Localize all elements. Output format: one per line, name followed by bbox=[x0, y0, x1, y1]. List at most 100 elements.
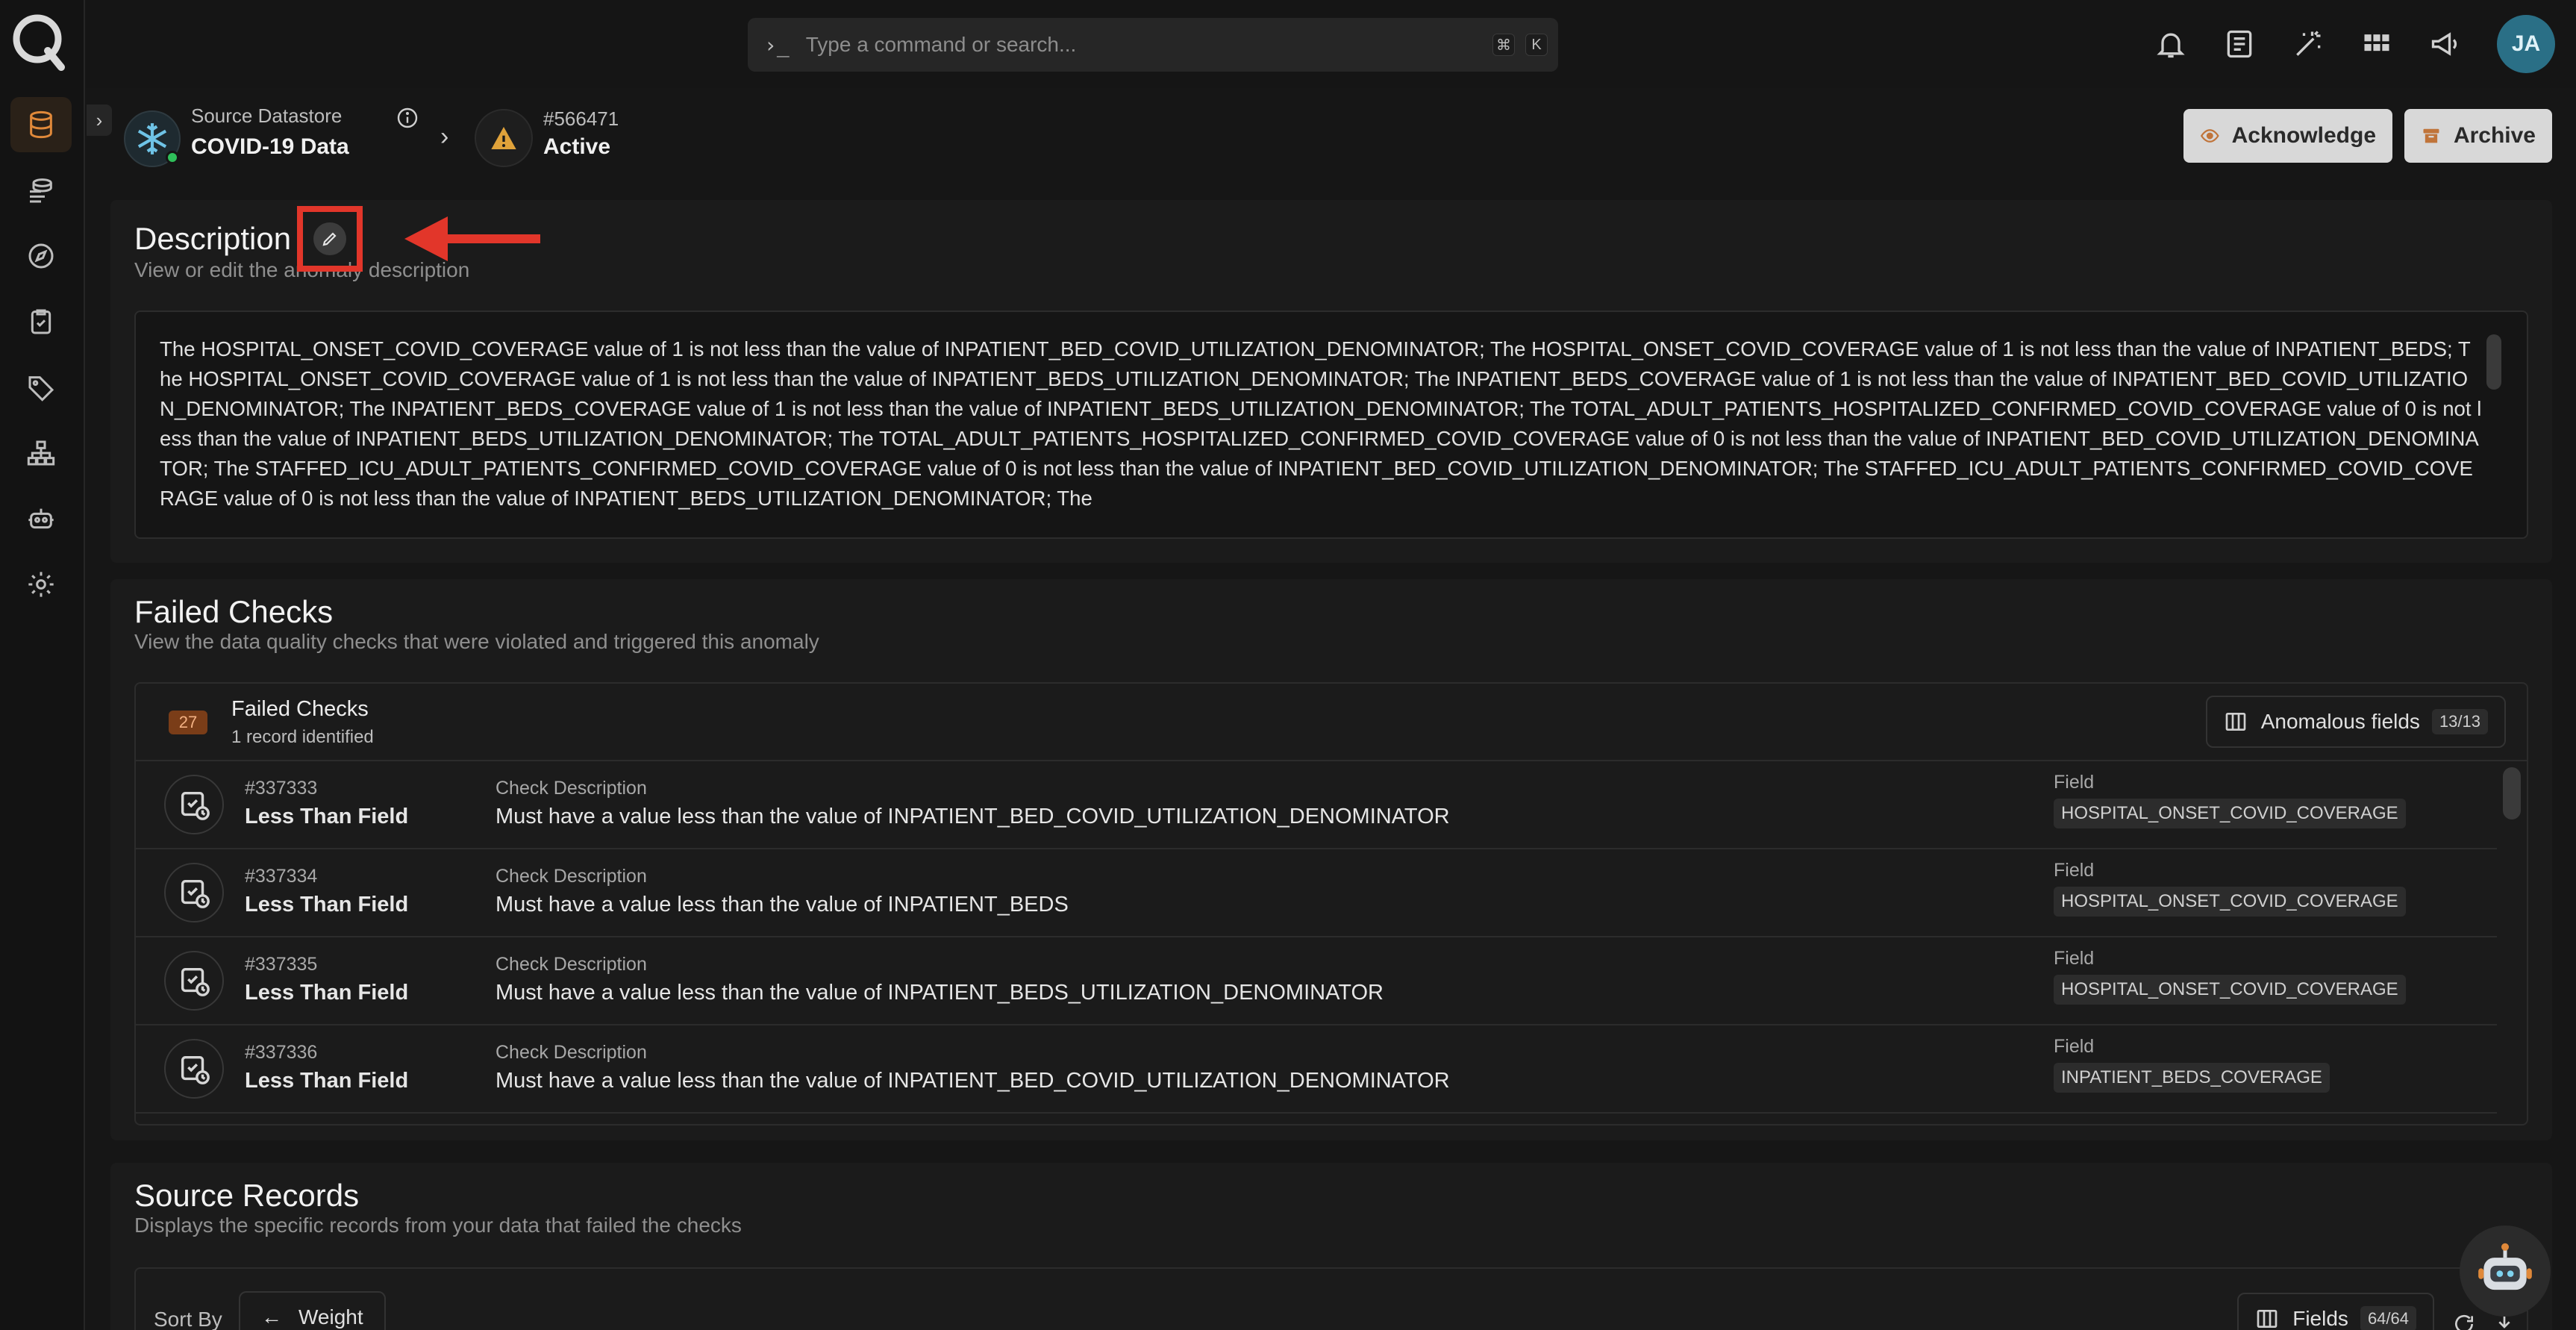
announcements-button[interactable] bbox=[2427, 25, 2464, 63]
check-clock-icon bbox=[164, 863, 224, 922]
compass-icon bbox=[28, 243, 54, 269]
nav-discover[interactable] bbox=[10, 228, 72, 284]
field-label: Field bbox=[2054, 1036, 2095, 1057]
description-scrollbar[interactable] bbox=[2486, 334, 2501, 390]
refresh-icon[interactable] bbox=[2452, 1312, 2476, 1330]
snowflake-datastore-icon bbox=[124, 110, 181, 167]
check-type: Less Than Field bbox=[245, 805, 409, 828]
check-type: Less Than Field bbox=[245, 981, 409, 1005]
field-chip: INPATIENT_BEDS_COVERAGE bbox=[2054, 1063, 2330, 1093]
wand-icon bbox=[2296, 31, 2321, 56]
anomalous-fields-count: 13/13 bbox=[2431, 709, 2488, 734]
app-logo[interactable] bbox=[10, 12, 67, 72]
megaphone-icon bbox=[2431, 32, 2457, 56]
check-description-label: Check Description bbox=[495, 778, 647, 799]
check-type: Less Than Field bbox=[245, 893, 409, 917]
anomaly-status: Active bbox=[543, 134, 611, 159]
robot-icon bbox=[28, 508, 54, 529]
sort-by-label: Sort By bbox=[154, 1308, 222, 1330]
anomalous-fields-label: Anomalous fields bbox=[2260, 710, 2420, 733]
nav-checks[interactable] bbox=[10, 294, 72, 349]
shortcut-key-cmd: ⌘ bbox=[1492, 34, 1515, 56]
check-id: #337334 bbox=[245, 866, 318, 887]
eye-icon bbox=[2200, 129, 2219, 143]
command-search[interactable]: ›_ Type a command or search... ⌘ K bbox=[748, 18, 1558, 72]
source-records-subtitle: Displays the specific records from your … bbox=[134, 1214, 742, 1237]
anomalous-fields-button[interactable]: Anomalous fields 13/13 bbox=[2205, 696, 2506, 748]
apps-button[interactable] bbox=[2358, 25, 2395, 63]
failed-checks-title: Failed Checks bbox=[134, 594, 334, 629]
chevron-right-icon: › bbox=[96, 108, 103, 131]
sidebar-collapse-button[interactable]: › bbox=[87, 104, 112, 136]
shortcut-key-k: K bbox=[1525, 34, 1548, 56]
acknowledge-label: Acknowledge bbox=[2231, 123, 2376, 148]
failed-checks-scrollbar[interactable] bbox=[2503, 767, 2521, 819]
description-title: Description bbox=[134, 221, 292, 256]
fields-count: 64/64 bbox=[2360, 1306, 2416, 1330]
arrow-left-icon: ← bbox=[261, 1305, 282, 1329]
acknowledge-button[interactable]: Acknowledge bbox=[2183, 109, 2392, 163]
sort-weight-button[interactable]: ← Weight bbox=[239, 1291, 386, 1330]
user-avatar[interactable]: JA bbox=[2497, 15, 2555, 73]
failed-checks-panel-title: Failed Checks bbox=[231, 697, 369, 721]
robot-icon bbox=[2478, 1243, 2532, 1290]
check-description: Must have a value less than the value of… bbox=[495, 893, 1069, 917]
database-icon bbox=[30, 110, 52, 139]
source-records-title: Source Records bbox=[134, 1178, 360, 1213]
nav-datastores[interactable] bbox=[10, 97, 72, 152]
datastore-label: Source Datastore bbox=[191, 104, 343, 127]
nav-settings[interactable] bbox=[10, 557, 72, 612]
field-label: Field bbox=[2054, 772, 2095, 793]
terminal-icon: ›_ bbox=[764, 32, 790, 57]
check-clock-icon bbox=[164, 951, 224, 1011]
status-online-dot bbox=[166, 151, 179, 164]
columns-icon bbox=[2257, 1310, 2278, 1328]
failed-check-row[interactable]: #337335 Less Than Field Check Descriptio… bbox=[136, 937, 2497, 1025]
check-type: Less Than Field bbox=[245, 1069, 409, 1093]
hierarchy-icon bbox=[27, 440, 55, 466]
breadcrumb-chevron-icon: › bbox=[440, 122, 449, 151]
docs-button[interactable] bbox=[2221, 25, 2258, 63]
check-description: Must have a value less than the value of… bbox=[495, 805, 1450, 828]
left-rail bbox=[0, 0, 85, 1330]
check-id: #337333 bbox=[245, 778, 318, 799]
grid-icon bbox=[2364, 34, 2389, 51]
failed-check-row[interactable]: #337334 Less Than Field Check Descriptio… bbox=[136, 849, 2497, 937]
check-id: #337335 bbox=[245, 954, 318, 975]
fields-button[interactable]: Fields 64/64 bbox=[2237, 1293, 2434, 1330]
failed-check-row[interactable]: #337333 Less Than Field Check Descriptio… bbox=[136, 761, 2497, 849]
gear-icon bbox=[28, 572, 54, 597]
fields-label: Fields bbox=[2292, 1307, 2348, 1330]
info-icon[interactable] bbox=[396, 106, 419, 130]
nav-agents[interactable] bbox=[10, 491, 72, 546]
nav-explore[interactable] bbox=[10, 163, 72, 218]
records-identified: 1 record identified bbox=[231, 727, 374, 747]
anomaly-id: #566471 bbox=[543, 107, 619, 130]
field-label: Field bbox=[2054, 860, 2095, 881]
archive-button[interactable]: Archive bbox=[2404, 109, 2552, 163]
check-description-label: Check Description bbox=[495, 954, 647, 975]
notes-icon bbox=[2227, 30, 2252, 58]
check-clock-icon bbox=[164, 1039, 224, 1099]
description-text: The HOSPITAL_ONSET_COVID_COVERAGE value … bbox=[160, 337, 2482, 510]
edit-highlight-box bbox=[297, 206, 363, 272]
nav-tags[interactable] bbox=[10, 360, 72, 415]
check-id: #337336 bbox=[245, 1042, 318, 1063]
magic-button[interactable] bbox=[2289, 25, 2327, 63]
top-bar: ›_ Type a command or search... ⌘ K JA bbox=[87, 0, 2576, 88]
notifications-button[interactable] bbox=[2152, 25, 2189, 63]
edit-description-button[interactable] bbox=[313, 222, 346, 255]
annotation-arrow-icon bbox=[404, 216, 540, 261]
check-description: Must have a value less than the value of… bbox=[495, 981, 1384, 1005]
search-placeholder: Type a command or search... bbox=[805, 33, 1077, 56]
check-description: Must have a value less than the value of… bbox=[495, 1069, 1450, 1093]
description-text-box[interactable]: The HOSPITAL_ONSET_COVID_COVERAGE value … bbox=[134, 310, 2528, 539]
failed-check-row[interactable]: #337336 Less Than Field Check Descriptio… bbox=[136, 1025, 2497, 1114]
archive-icon bbox=[2423, 128, 2439, 143]
sort-value: Weight bbox=[298, 1305, 363, 1329]
columns-icon bbox=[2225, 713, 2246, 731]
datastore-name[interactable]: COVID-19 Data bbox=[191, 134, 349, 160]
check-description-label: Check Description bbox=[495, 866, 647, 887]
assistant-bot-button[interactable] bbox=[2460, 1226, 2551, 1317]
nav-flows[interactable] bbox=[10, 425, 72, 481]
